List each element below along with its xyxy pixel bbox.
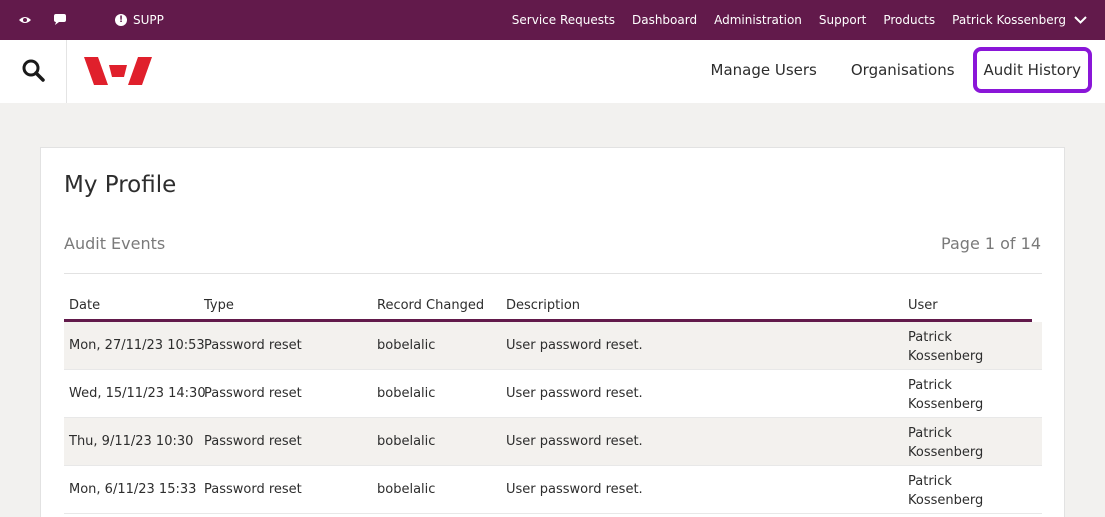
cell-user: Patrick Kossenberg <box>908 378 984 412</box>
chat-icon[interactable] <box>52 12 68 28</box>
cell-date: Mon, 27/11/23 10:53 <box>69 338 205 353</box>
nav-audit-history[interactable]: Audit History <box>972 47 1092 93</box>
cell-user: Patrick Kossenberg <box>908 330 984 364</box>
cell-record-changed: bobelalic <box>377 482 436 497</box>
divider <box>64 273 1042 274</box>
column-header-description[interactable]: Description <box>506 298 580 313</box>
user-menu[interactable]: Patrick Kossenberg <box>952 13 1087 27</box>
top-nav-service-requests[interactable]: Service Requests <box>512 13 615 27</box>
supp-indicator[interactable]: ! SUPP <box>115 11 164 29</box>
top-utility-bar: ! SUPP Service Requests Dashboard Admini… <box>0 0 1105 40</box>
page-counter: Page 1 of 14 <box>941 234 1041 253</box>
cell-record-changed: bobelalic <box>377 386 436 401</box>
cell-description: User password reset. <box>506 386 643 401</box>
cell-date: Mon, 6/11/23 15:33 <box>69 482 197 497</box>
table-row[interactable]: Wed, 15/11/23 14:30 Password reset bobel… <box>64 370 1042 418</box>
table-row[interactable]: Thu, 9/11/23 10:30 Password reset bobela… <box>64 418 1042 466</box>
alert-icon: ! <box>115 14 127 26</box>
chevron-down-icon <box>1074 13 1087 27</box>
table-row[interactable]: Mon, 27/11/23 10:53 Password reset bobel… <box>64 322 1042 370</box>
cell-record-changed: bobelalic <box>377 338 436 353</box>
cell-date: Thu, 9/11/23 10:30 <box>69 434 194 449</box>
nav-organisations[interactable]: Organisations <box>843 47 963 93</box>
cell-description: User password reset. <box>506 482 643 497</box>
supp-label: SUPP <box>133 13 164 27</box>
cell-user: Patrick Kossenberg <box>908 426 984 460</box>
cell-user: Patrick Kossenberg <box>908 474 984 508</box>
table-row[interactable]: Mon, 6/11/23 15:33 Password reset bobela… <box>64 466 1042 514</box>
top-nav: Service Requests Dashboard Administratio… <box>495 0 1087 40</box>
page-title: My Profile <box>64 172 177 198</box>
top-nav-support[interactable]: Support <box>819 13 866 27</box>
column-header-user[interactable]: User <box>908 298 938 313</box>
cell-type: Password reset <box>204 434 302 449</box>
main-nav: Manage Users Organisations Audit History <box>685 46 1092 94</box>
top-nav-administration[interactable]: Administration <box>714 13 802 27</box>
nav-manage-users[interactable]: Manage Users <box>703 47 825 93</box>
profile-card: My Profile Audit Events Page 1 of 14 Dat… <box>40 147 1065 517</box>
column-header-record-changed[interactable]: Record Changed <box>377 298 484 313</box>
cell-type: Password reset <box>204 482 302 497</box>
table-header: Date Type Record Changed Description Use… <box>64 296 1032 322</box>
cell-description: User password reset. <box>506 338 643 353</box>
cell-type: Password reset <box>204 338 302 353</box>
westpac-logo[interactable] <box>84 57 152 89</box>
eye-icon[interactable] <box>17 12 33 28</box>
column-header-type[interactable]: Type <box>204 298 234 313</box>
section-title: Audit Events <box>64 234 166 253</box>
top-nav-dashboard[interactable]: Dashboard <box>632 13 697 27</box>
search-icon <box>21 58 45 86</box>
user-name: Patrick Kossenberg <box>952 13 1066 27</box>
cell-description: User password reset. <box>506 434 643 449</box>
cell-type: Password reset <box>204 386 302 401</box>
cell-date: Wed, 15/11/23 14:30 <box>69 386 206 401</box>
column-header-date[interactable]: Date <box>69 298 100 313</box>
cell-record-changed: bobelalic <box>377 434 436 449</box>
main-header: Manage Users Organisations Audit History <box>0 40 1105 103</box>
search-button[interactable] <box>0 40 67 103</box>
top-nav-products[interactable]: Products <box>883 13 935 27</box>
